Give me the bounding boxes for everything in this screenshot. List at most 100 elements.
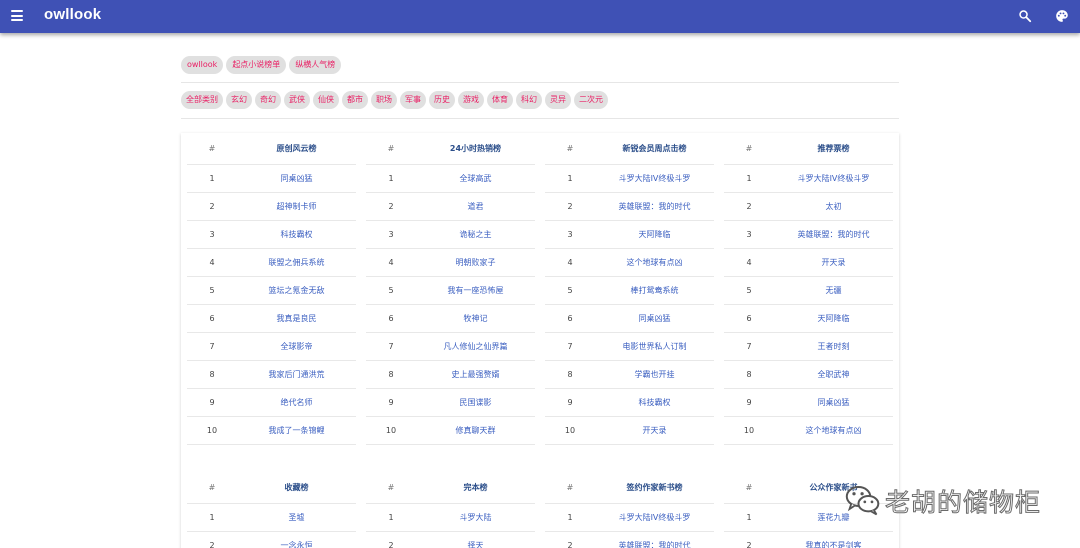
- book-link[interactable]: 绝代名师: [237, 397, 356, 408]
- book-link[interactable]: 择天: [416, 540, 535, 548]
- book-link[interactable]: 开天录: [595, 425, 714, 436]
- book-link[interactable]: 一念永恒: [237, 540, 356, 548]
- category-chip[interactable]: 二次元: [574, 91, 608, 109]
- book-link[interactable]: 斗罗大陆IV终极斗罗: [774, 173, 893, 184]
- rank-number: 1: [209, 513, 215, 522]
- book-link[interactable]: 我成了一条锦鲤: [237, 425, 356, 436]
- rank-number: 8: [388, 370, 394, 379]
- book-link[interactable]: 牧神记: [416, 313, 535, 324]
- book-link[interactable]: 道君: [416, 201, 535, 212]
- book-link[interactable]: 凡人修仙之仙界篇: [416, 341, 535, 352]
- category-chip[interactable]: 玄幻: [226, 91, 252, 109]
- rank-number: 8: [567, 370, 573, 379]
- book-link[interactable]: 这个地球有点凶: [595, 257, 714, 268]
- app-bar: owllook: [0, 0, 1080, 33]
- table-row: 2 我真的不是剑客: [724, 532, 893, 548]
- category-chip[interactable]: 职场: [371, 91, 397, 109]
- nav-chip-row: owllook 起点小说榜单 纵横人气榜: [181, 56, 344, 74]
- table-row: 2 超神制卡师: [187, 193, 356, 221]
- table-row: 4 联盟之佣兵系统: [187, 249, 356, 277]
- book-link[interactable]: 诡秘之主: [416, 229, 535, 240]
- book-link[interactable]: 全球高武: [416, 173, 535, 184]
- book-link[interactable]: 全球影帝: [237, 341, 356, 352]
- category-chip[interactable]: 科幻: [516, 91, 542, 109]
- book-link[interactable]: 英雄联盟：我的时代: [595, 540, 714, 548]
- book-link[interactable]: 我真是良民: [237, 313, 356, 324]
- ranking-header: # 新锐会员周点击榜: [545, 133, 714, 165]
- ranking-card: # 新锐会员周点击榜 1 斗罗大陆IV终极斗罗 2 英雄联盟：我的时代 3 天阿降临 4 这个地球…: [545, 133, 714, 445]
- rank-number: 3: [388, 230, 394, 239]
- rank-number-header: #: [745, 483, 753, 492]
- category-chip[interactable]: 仙侠: [313, 91, 339, 109]
- book-link[interactable]: 斗罗大陆IV终极斗罗: [595, 512, 714, 523]
- book-link[interactable]: 史上最强赘婿: [416, 369, 535, 380]
- category-chip[interactable]: 都市: [342, 91, 368, 109]
- book-link[interactable]: 太初: [774, 201, 893, 212]
- rank-number: 5: [388, 286, 394, 295]
- category-chip[interactable]: 奇幻: [255, 91, 281, 109]
- nav-chip[interactable]: 起点小说榜单: [226, 56, 287, 74]
- table-row: 9 同桌凶猛: [724, 389, 893, 417]
- book-link[interactable]: 修真聊天群: [416, 425, 535, 436]
- category-chip[interactable]: 武侠: [284, 91, 310, 109]
- book-link[interactable]: 开天录: [774, 257, 893, 268]
- category-chip[interactable]: 灵异: [545, 91, 571, 109]
- book-link[interactable]: 同桌凶猛: [595, 313, 714, 324]
- book-link[interactable]: 全职武神: [774, 369, 893, 380]
- book-link[interactable]: 科技霸权: [237, 229, 356, 240]
- book-link[interactable]: 王者时刻: [774, 341, 893, 352]
- book-link[interactable]: 电影世界私人订制: [595, 341, 714, 352]
- book-link[interactable]: 圣墟: [237, 512, 356, 523]
- ranking-title: 新锐会员周点击榜: [622, 144, 687, 153]
- nav-chip[interactable]: 纵横人气榜: [289, 56, 342, 74]
- category-chip[interactable]: 游戏: [458, 91, 484, 109]
- book-link[interactable]: 篮坛之氪金无敌: [237, 285, 356, 296]
- book-link[interactable]: 学霸也开挂: [595, 369, 714, 380]
- book-link[interactable]: 联盟之佣兵系统: [237, 257, 356, 268]
- rank-number: 2: [388, 541, 394, 548]
- ranking-title: 签约作家新书榜: [626, 483, 683, 492]
- table-row: 1 全球高武: [366, 165, 535, 193]
- rank-number: 2: [209, 541, 215, 548]
- ranking-header: # 推荐票榜: [724, 133, 893, 165]
- rank-number: 1: [746, 513, 752, 522]
- app-title[interactable]: owllook: [44, 6, 101, 23]
- category-chip[interactable]: 历史: [429, 91, 455, 109]
- book-link[interactable]: 科技霸权: [595, 397, 714, 408]
- book-link[interactable]: 明朝败家子: [416, 257, 535, 268]
- menu-icon[interactable]: [11, 10, 23, 21]
- book-link[interactable]: 我家后门通洪荒: [237, 369, 356, 380]
- book-link[interactable]: 斗罗大陆IV终极斗罗: [595, 173, 714, 184]
- rank-number: 9: [388, 398, 394, 407]
- book-link[interactable]: 同桌凶猛: [237, 173, 356, 184]
- book-link[interactable]: 超神制卡师: [237, 201, 356, 212]
- book-link[interactable]: 我真的不是剑客: [774, 540, 893, 548]
- category-chip-row: 全部类别 玄幻 奇幻 武侠 仙侠 都市 职场 军事 历史 游戏 体育 科幻 灵异 二次元: [181, 91, 611, 109]
- nav-chip[interactable]: owllook: [181, 56, 224, 74]
- book-link[interactable]: 斗罗大陆: [416, 512, 535, 523]
- book-link[interactable]: 天阿降临: [774, 313, 893, 324]
- book-link[interactable]: 英雄联盟：我的时代: [774, 229, 893, 240]
- table-row: 2 英雄联盟：我的时代: [545, 193, 714, 221]
- table-row: 5 棒打鸳鸯系统: [545, 277, 714, 305]
- book-link[interactable]: 棒打鸳鸯系统: [595, 285, 714, 296]
- rank-number: 5: [567, 286, 573, 295]
- book-link[interactable]: 英雄联盟：我的时代: [595, 201, 714, 212]
- table-row: 2 太初: [724, 193, 893, 221]
- rank-number: 1: [746, 174, 752, 183]
- rank-number: 10: [206, 426, 218, 435]
- book-link[interactable]: 我有一座恐怖屋: [416, 285, 535, 296]
- book-link[interactable]: 这个地球有点凶: [774, 425, 893, 436]
- book-link[interactable]: 无疆: [774, 285, 893, 296]
- category-chip[interactable]: 军事: [400, 91, 426, 109]
- palette-icon[interactable]: [1055, 9, 1069, 23]
- table-row: 6 天阿降临: [724, 305, 893, 333]
- category-chip[interactable]: 全部类别: [181, 91, 223, 109]
- search-icon[interactable]: [1018, 9, 1032, 23]
- book-link[interactable]: 天阿降临: [595, 229, 714, 240]
- table-row: 9 民国谍影: [366, 389, 535, 417]
- rank-number: 9: [209, 398, 215, 407]
- book-link[interactable]: 民国谍影: [416, 397, 535, 408]
- category-chip[interactable]: 体育: [487, 91, 513, 109]
- book-link[interactable]: 同桌凶猛: [774, 397, 893, 408]
